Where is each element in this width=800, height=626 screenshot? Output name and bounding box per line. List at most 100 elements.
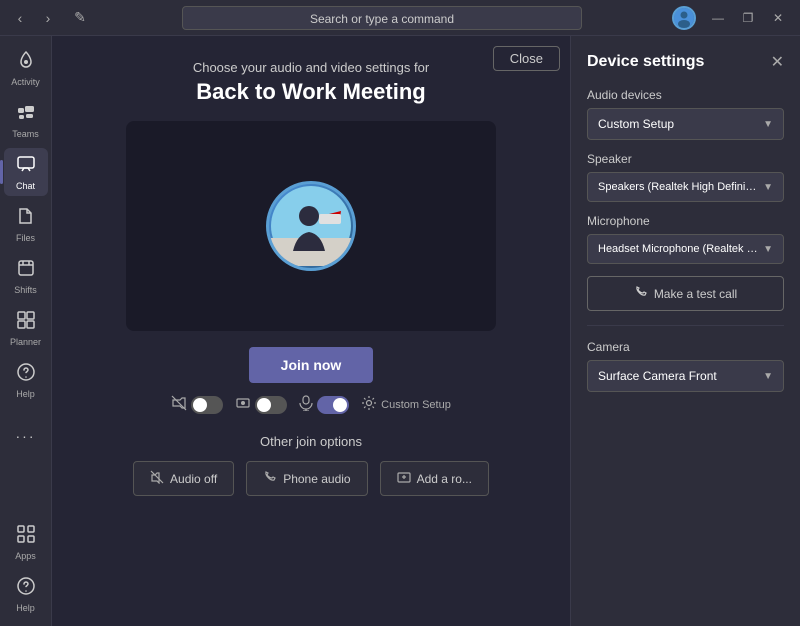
planner-label: Planner xyxy=(10,337,41,347)
files-icon xyxy=(16,206,36,231)
settings-control[interactable]: Custom Setup xyxy=(361,395,451,414)
mic-icon xyxy=(299,395,313,414)
camera-dropdown[interactable]: Surface Camera Front ▼ xyxy=(587,360,784,392)
join-options: Audio off Phone audio xyxy=(133,461,489,496)
sidebar-item-shifts[interactable]: Shifts xyxy=(4,252,48,300)
nav-back-button[interactable]: ‹ xyxy=(8,6,32,30)
activity-icon xyxy=(16,50,36,75)
sidebar-item-more[interactable]: ··· xyxy=(4,412,48,460)
device-settings-panel: Device settings ✕ Audio devices Custom S… xyxy=(570,36,800,626)
more-icon: ··· xyxy=(16,428,36,444)
video-preview xyxy=(126,121,496,331)
settings-close-button[interactable]: ✕ xyxy=(771,52,784,72)
sidebar-item-help-bottom[interactable]: Help xyxy=(4,570,48,618)
settings-icon xyxy=(361,395,377,414)
settings-divider xyxy=(587,325,784,326)
search-bar[interactable]: Search or type a command xyxy=(182,6,582,30)
blur-control[interactable] xyxy=(235,395,287,414)
apps-icon xyxy=(16,524,36,549)
mic-toggle[interactable] xyxy=(317,396,349,414)
settings-header: Device settings ✕ xyxy=(587,52,784,72)
meeting-subtitle: Choose your audio and video settings for xyxy=(193,60,429,75)
audio-off-button[interactable]: Audio off xyxy=(133,461,234,496)
phone-icon xyxy=(263,470,277,487)
video-control[interactable] xyxy=(171,395,223,414)
custom-setup-label: Custom Setup xyxy=(381,399,451,411)
test-call-label: Make a test call xyxy=(654,287,737,301)
titlebar-nav: ‹ › xyxy=(8,6,60,30)
speaker-label: Speaker xyxy=(587,152,784,166)
blur-toggle[interactable] xyxy=(255,396,287,414)
speaker-value: Speakers (Realtek High Definition Au... xyxy=(598,181,758,193)
nav-forward-button[interactable]: › xyxy=(36,6,60,30)
shifts-icon xyxy=(16,258,36,283)
chat-icon xyxy=(16,154,36,179)
sidebar-item-apps[interactable]: Apps xyxy=(4,518,48,566)
apps-label: Apps xyxy=(15,551,36,561)
microphone-label: Microphone xyxy=(587,214,784,228)
controls-bar: Custom Setup xyxy=(171,395,451,414)
user-avatar xyxy=(672,6,696,30)
speaker-arrow: ▼ xyxy=(763,182,773,193)
phone-audio-button[interactable]: Phone audio xyxy=(246,461,367,496)
camera-label: Camera xyxy=(587,340,784,354)
meeting-panel: Close Choose your audio and video settin… xyxy=(52,36,570,626)
add-room-label: Add a ro... xyxy=(417,472,472,486)
restore-button[interactable]: ❐ xyxy=(734,6,762,30)
chat-label: Chat xyxy=(16,181,35,191)
phone-audio-label: Phone audio xyxy=(283,472,350,486)
camera-value: Surface Camera Front xyxy=(598,369,717,383)
video-toggle[interactable] xyxy=(191,396,223,414)
meeting-title: Back to Work Meeting xyxy=(196,79,425,105)
window-controls: — ❐ ✕ xyxy=(704,6,792,30)
audio-devices-label: Audio devices xyxy=(587,88,784,102)
mic-control[interactable] xyxy=(299,395,349,414)
add-room-button[interactable]: Add a ro... xyxy=(380,461,489,496)
camera-arrow: ▼ xyxy=(763,371,773,382)
sidebar: Activity Teams Chat xyxy=(0,36,52,626)
sidebar-item-planner[interactable]: Planner xyxy=(4,304,48,352)
audio-off-label: Audio off xyxy=(170,472,217,486)
main-layout: Activity Teams Chat xyxy=(0,36,800,626)
titlebar-left: ‹ › ✎ xyxy=(8,6,92,30)
settings-title: Device settings xyxy=(587,53,704,71)
sidebar-item-chat[interactable]: Chat xyxy=(4,148,48,196)
microphone-dropdown[interactable]: Headset Microphone (Realtek High D... ▼ xyxy=(587,234,784,264)
audio-off-icon xyxy=(150,470,164,487)
close-window-button[interactable]: ✕ xyxy=(764,6,792,30)
help-label: Help xyxy=(16,389,35,399)
help-bottom-icon xyxy=(16,576,36,601)
other-join-title: Other join options xyxy=(133,434,489,449)
join-now-button[interactable]: Join now xyxy=(249,347,374,383)
test-call-icon xyxy=(634,285,648,302)
titlebar-right: — ❐ ✕ xyxy=(672,6,792,30)
teams-label: Teams xyxy=(12,129,39,139)
titlebar: ‹ › ✎ Search or type a command — ❐ ✕ xyxy=(0,0,800,36)
help-icon xyxy=(16,362,36,387)
microphone-arrow: ▼ xyxy=(763,244,773,255)
files-label: Files xyxy=(16,233,35,243)
close-meeting-button[interactable]: Close xyxy=(493,46,560,71)
planner-icon xyxy=(16,310,36,335)
sidebar-item-files[interactable]: Files xyxy=(4,200,48,248)
video-off-icon xyxy=(171,395,187,414)
activity-label: Activity xyxy=(11,77,40,87)
audio-devices-arrow: ▼ xyxy=(763,119,773,130)
help-bottom-label: Help xyxy=(16,603,35,613)
other-join-section: Other join options Audio off xyxy=(133,434,489,496)
blur-icon xyxy=(235,395,251,414)
sidebar-item-help[interactable]: Help xyxy=(4,356,48,404)
shifts-label: Shifts xyxy=(14,285,37,295)
microphone-value: Headset Microphone (Realtek High D... xyxy=(598,243,758,255)
test-call-button[interactable]: Make a test call xyxy=(587,276,784,311)
audio-devices-value: Custom Setup xyxy=(598,117,674,131)
add-room-icon xyxy=(397,470,411,487)
speaker-dropdown[interactable]: Speakers (Realtek High Definition Au... … xyxy=(587,172,784,202)
user-avatar-large xyxy=(266,181,356,271)
compose-button[interactable]: ✎ xyxy=(68,6,92,30)
audio-devices-dropdown[interactable]: Custom Setup ▼ xyxy=(587,108,784,140)
teams-icon xyxy=(16,102,36,127)
sidebar-item-activity[interactable]: Activity xyxy=(4,44,48,92)
minimize-button[interactable]: — xyxy=(704,6,732,30)
sidebar-item-teams[interactable]: Teams xyxy=(4,96,48,144)
